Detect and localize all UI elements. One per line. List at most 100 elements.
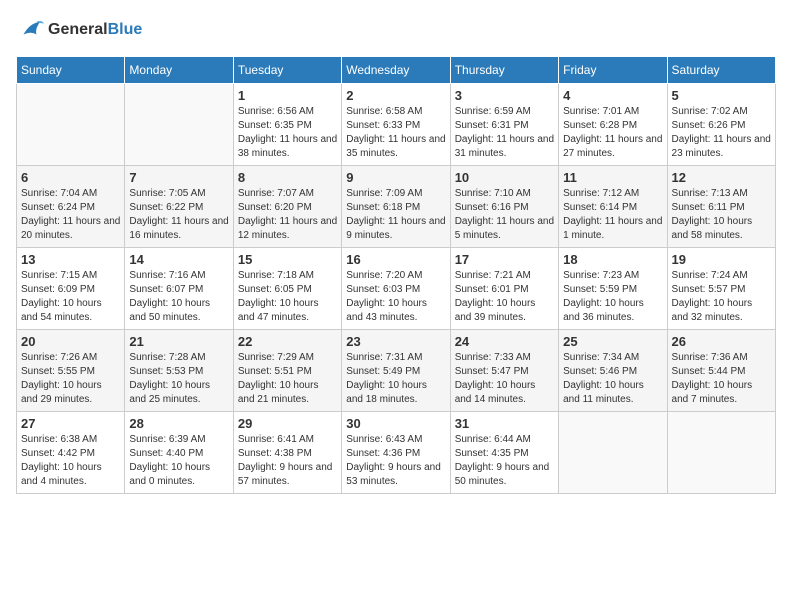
calendar-cell: 28 Sunrise: 6:39 AM Sunset: 4:40 PM Dayli… [125,412,233,494]
calendar-week-row: 20 Sunrise: 7:26 AM Sunset: 5:55 PM Dayli… [17,330,776,412]
day-number: 7 [129,170,228,185]
day-header-sunday: Sunday [17,57,125,84]
day-info: Sunrise: 6:39 AM Sunset: 4:40 PM Dayligh… [129,433,228,489]
calendar-week-row: 13Sunrise: 7:15 AM Sunset: 6:09 PM Dayli… [17,248,776,330]
calendar-cell: 4 Sunrise: 7:01 AM Sunset: 6:28 PM Daylig… [559,84,667,166]
day-number: 30 [346,416,445,431]
day-number: 23 [346,334,445,349]
day-info: Sunrise: 7:34 AM Sunset: 5:46 PM Dayligh… [563,351,662,407]
calendar-header-row: SundayMondayTuesdayWednesdayThursdayFrid… [17,57,776,84]
day-number: 6 [21,170,120,185]
day-number: 19 [672,252,771,267]
calendar-cell: 14Sunrise: 7:16 AM Sunset: 6:07 PM Dayli… [125,248,233,330]
calendar-cell: 5 Sunrise: 7:02 AM Sunset: 6:26 PM Daylig… [667,84,775,166]
day-number: 10 [455,170,554,185]
logo: GeneralBlue [16,16,142,44]
calendar-cell: 31 Sunrise: 6:44 AM Sunset: 4:35 PM Dayli… [450,412,558,494]
calendar-cell: 9 Sunrise: 7:09 AM Sunset: 6:18 PM Daylig… [342,166,450,248]
day-number: 26 [672,334,771,349]
calendar-cell: 13Sunrise: 7:15 AM Sunset: 6:09 PM Dayli… [17,248,125,330]
day-info: Sunrise: 7:16 AM Sunset: 6:07 PM Dayligh… [129,269,228,325]
calendar-cell: 26 Sunrise: 7:36 AM Sunset: 5:44 PM Dayli… [667,330,775,412]
calendar-cell: 25 Sunrise: 7:34 AM Sunset: 5:46 PM Dayli… [559,330,667,412]
calendar-cell [667,412,775,494]
day-number: 25 [563,334,662,349]
day-info: Sunrise: 7:33 AM Sunset: 5:47 PM Dayligh… [455,351,554,407]
calendar-cell: 11 Sunrise: 7:12 AM Sunset: 6:14 PM Dayli… [559,166,667,248]
calendar-cell: 27 Sunrise: 6:38 AM Sunset: 4:42 PM Dayli… [17,412,125,494]
calendar-cell [125,84,233,166]
day-info: Sunrise: 7:15 AM Sunset: 6:09 PM Dayligh… [21,269,120,325]
day-number: 20 [21,334,120,349]
day-info: Sunrise: 7:23 AM Sunset: 5:59 PM Dayligh… [563,269,662,325]
day-info: Sunrise: 7:09 AM Sunset: 6:18 PM Dayligh… [346,187,445,243]
day-info: Sunrise: 6:44 AM Sunset: 4:35 PM Dayligh… [455,433,554,489]
day-info: Sunrise: 7:36 AM Sunset: 5:44 PM Dayligh… [672,351,771,407]
day-info: Sunrise: 6:56 AM Sunset: 6:35 PM Dayligh… [238,105,337,161]
day-info: Sunrise: 7:02 AM Sunset: 6:26 PM Dayligh… [672,105,771,161]
calendar-week-row: 6 Sunrise: 7:04 AM Sunset: 6:24 PM Daylig… [17,166,776,248]
logo-text: GeneralBlue [48,21,142,39]
day-info: Sunrise: 7:31 AM Sunset: 5:49 PM Dayligh… [346,351,445,407]
calendar-cell: 17 Sunrise: 7:21 AM Sunset: 6:01 PM Dayli… [450,248,558,330]
day-info: Sunrise: 7:01 AM Sunset: 6:28 PM Dayligh… [563,105,662,161]
day-number: 3 [455,88,554,103]
day-header-saturday: Saturday [667,57,775,84]
calendar-cell [559,412,667,494]
calendar-week-row: 1 Sunrise: 6:56 AM Sunset: 6:35 PM Daylig… [17,84,776,166]
day-number: 8 [238,170,337,185]
calendar-cell: 21Sunrise: 7:28 AM Sunset: 5:53 PM Dayli… [125,330,233,412]
day-number: 29 [238,416,337,431]
day-info: Sunrise: 6:41 AM Sunset: 4:38 PM Dayligh… [238,433,337,489]
calendar-cell: 6 Sunrise: 7:04 AM Sunset: 6:24 PM Daylig… [17,166,125,248]
day-info: Sunrise: 6:58 AM Sunset: 6:33 PM Dayligh… [346,105,445,161]
calendar-cell: 12 Sunrise: 7:13 AM Sunset: 6:11 PM Dayli… [667,166,775,248]
day-number: 1 [238,88,337,103]
day-number: 4 [563,88,662,103]
day-info: Sunrise: 7:26 AM Sunset: 5:55 PM Dayligh… [21,351,120,407]
day-info: Sunrise: 7:13 AM Sunset: 6:11 PM Dayligh… [672,187,771,243]
logo-bird-icon [16,16,44,44]
day-header-friday: Friday [559,57,667,84]
day-number: 31 [455,416,554,431]
day-number: 9 [346,170,445,185]
calendar-cell: 8 Sunrise: 7:07 AM Sunset: 6:20 PM Daylig… [233,166,341,248]
day-header-tuesday: Tuesday [233,57,341,84]
day-info: Sunrise: 7:28 AM Sunset: 5:53 PM Dayligh… [129,351,228,407]
day-number: 11 [563,170,662,185]
day-number: 27 [21,416,120,431]
day-number: 5 [672,88,771,103]
calendar-table: SundayMondayTuesdayWednesdayThursdayFrid… [16,56,776,494]
day-number: 18 [563,252,662,267]
calendar-cell: 15Sunrise: 7:18 AM Sunset: 6:05 PM Dayli… [233,248,341,330]
day-header-monday: Monday [125,57,233,84]
day-number: 17 [455,252,554,267]
calendar-cell: 24 Sunrise: 7:33 AM Sunset: 5:47 PM Dayli… [450,330,558,412]
day-info: Sunrise: 7:20 AM Sunset: 6:03 PM Dayligh… [346,269,445,325]
day-info: Sunrise: 7:10 AM Sunset: 6:16 PM Dayligh… [455,187,554,243]
calendar-cell: 3Sunrise: 6:59 AM Sunset: 6:31 PM Daylig… [450,84,558,166]
calendar-cell: 10 Sunrise: 7:10 AM Sunset: 6:16 PM Dayli… [450,166,558,248]
day-info: Sunrise: 7:24 AM Sunset: 5:57 PM Dayligh… [672,269,771,325]
calendar-cell: 20 Sunrise: 7:26 AM Sunset: 5:55 PM Dayli… [17,330,125,412]
calendar-cell: 30 Sunrise: 6:43 AM Sunset: 4:36 PM Dayli… [342,412,450,494]
day-info: Sunrise: 7:04 AM Sunset: 6:24 PM Dayligh… [21,187,120,243]
day-info: Sunrise: 7:12 AM Sunset: 6:14 PM Dayligh… [563,187,662,243]
day-number: 24 [455,334,554,349]
calendar-cell: 1 Sunrise: 6:56 AM Sunset: 6:35 PM Daylig… [233,84,341,166]
calendar-cell: 19 Sunrise: 7:24 AM Sunset: 5:57 PM Dayli… [667,248,775,330]
calendar-cell: 29 Sunrise: 6:41 AM Sunset: 4:38 PM Dayli… [233,412,341,494]
day-info: Sunrise: 6:43 AM Sunset: 4:36 PM Dayligh… [346,433,445,489]
calendar-cell: 7Sunrise: 7:05 AM Sunset: 6:22 PM Daylig… [125,166,233,248]
calendar-cell: 23 Sunrise: 7:31 AM Sunset: 5:49 PM Dayli… [342,330,450,412]
day-info: Sunrise: 7:21 AM Sunset: 6:01 PM Dayligh… [455,269,554,325]
day-number: 12 [672,170,771,185]
calendar-cell: 18 Sunrise: 7:23 AM Sunset: 5:59 PM Dayli… [559,248,667,330]
day-header-wednesday: Wednesday [342,57,450,84]
day-number: 2 [346,88,445,103]
calendar-cell: 2 Sunrise: 6:58 AM Sunset: 6:33 PM Daylig… [342,84,450,166]
day-info: Sunrise: 6:38 AM Sunset: 4:42 PM Dayligh… [21,433,120,489]
day-info: Sunrise: 7:07 AM Sunset: 6:20 PM Dayligh… [238,187,337,243]
calendar-cell: 16Sunrise: 7:20 AM Sunset: 6:03 PM Dayli… [342,248,450,330]
day-number: 28 [129,416,228,431]
